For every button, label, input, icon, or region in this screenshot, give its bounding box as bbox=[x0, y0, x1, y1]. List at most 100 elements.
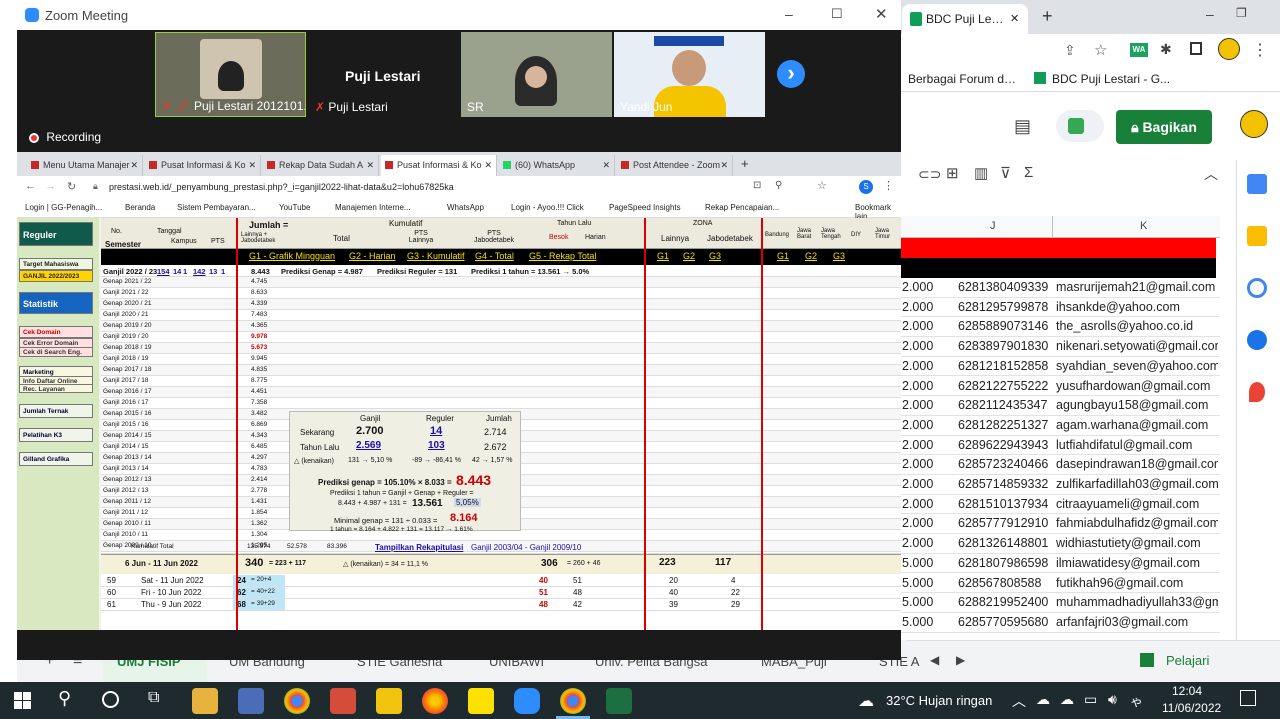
nav-item[interactable]: Rec. Layanan bbox=[19, 384, 93, 393]
cell-amount[interactable]: 2.000 bbox=[902, 280, 933, 294]
link-total[interactable]: G4 - Total bbox=[475, 251, 514, 261]
cell-amount[interactable]: 2.000 bbox=[902, 497, 933, 511]
cell-amount[interactable]: 2.000 bbox=[902, 536, 933, 550]
cell-phone[interactable]: 6285770595680 bbox=[958, 615, 1048, 629]
calendar-icon[interactable] bbox=[1247, 174, 1267, 194]
link-zona-g1[interactable]: G1 bbox=[657, 251, 669, 261]
chrome-icon[interactable] bbox=[284, 688, 310, 714]
clock-time[interactable]: 12:04 bbox=[1172, 684, 1202, 698]
cell-phone[interactable]: 6285777912910 bbox=[958, 516, 1048, 530]
search-icon[interactable]: ⚲ bbox=[58, 688, 71, 709]
next-page-button[interactable]: › bbox=[777, 60, 805, 88]
cell-phone[interactable]: 6281326148801 bbox=[958, 536, 1048, 550]
cell-email[interactable]: fahmiabdulhafidz@gmail.com bbox=[1056, 516, 1218, 530]
column-header-k[interactable]: K bbox=[1140, 220, 1147, 232]
bookmark-item[interactable]: Berbagai Forum da... bbox=[908, 72, 1018, 86]
cell-email[interactable]: agam.warhana@gmail.com bbox=[1056, 418, 1218, 432]
profile-avatar[interactable] bbox=[1218, 38, 1240, 60]
share-button[interactable]: 🔒︎ Bagikan bbox=[1116, 110, 1212, 144]
bookmark-star-icon[interactable]: ☆ bbox=[817, 179, 827, 192]
minimize-icon[interactable]: – bbox=[1206, 6, 1214, 22]
inner-url[interactable]: prestasi.web.id/_penyambung_prestasi.php… bbox=[109, 182, 669, 192]
close-tab-icon[interactable]: ✕ bbox=[248, 160, 256, 171]
nav-item[interactable]: Statistik bbox=[19, 292, 93, 314]
new-tab-button[interactable]: + bbox=[1042, 6, 1053, 27]
close-tab-icon[interactable]: ✕ bbox=[1010, 12, 1019, 25]
cell-amount[interactable]: 5.000 bbox=[902, 595, 933, 609]
rekap-link[interactable]: Tampilkan Rekapitulasi bbox=[375, 543, 463, 552]
cell-amount[interactable]: 2.000 bbox=[902, 398, 933, 412]
close-tab-icon[interactable]: ✕ bbox=[484, 160, 492, 171]
cell-amount[interactable]: 2.000 bbox=[902, 438, 933, 452]
collapse-chevron-icon[interactable]: ︿ bbox=[1204, 164, 1218, 184]
link-harian[interactable]: G2 - Harian bbox=[349, 251, 396, 261]
reload-icon[interactable]: ↻ bbox=[67, 180, 76, 193]
explore-button[interactable]: Pelajari bbox=[1166, 653, 1209, 668]
bookmark-item[interactable]: Login | GG-Penagih... bbox=[25, 203, 102, 212]
keep-icon[interactable] bbox=[1247, 226, 1267, 246]
forward-icon[interactable]: → bbox=[45, 180, 56, 192]
restore-icon[interactable]: ❐ bbox=[1236, 6, 1247, 20]
bookmark-item[interactable]: BDC Puji Lestari - G... bbox=[1052, 72, 1172, 86]
zoom-lens-icon[interactable]: ⚲ bbox=[775, 180, 782, 191]
cell-email[interactable]: ihsankde@yahoo.com bbox=[1056, 300, 1218, 314]
cell-phone[interactable]: 6285889073146 bbox=[958, 319, 1048, 333]
inner-tab[interactable]: Rekap Data Sudah A ✕ bbox=[263, 155, 379, 176]
profile-avatar[interactable]: S bbox=[859, 180, 873, 194]
close-tab-icon[interactable]: ✕ bbox=[366, 160, 374, 171]
comment-icon[interactable]: ▤ bbox=[1014, 116, 1031, 137]
cell-amount[interactable]: 2.000 bbox=[902, 359, 933, 373]
participant-tile[interactable]: Yandi Jun bbox=[614, 32, 765, 117]
participant-tile[interactable]: SR bbox=[461, 32, 612, 117]
close-tab-icon[interactable]: ✕ bbox=[602, 160, 610, 171]
task-view-icon[interactable]: ⧉ bbox=[148, 689, 159, 707]
cell-phone[interactable]: 6281510137934 bbox=[958, 497, 1048, 511]
bookmark-star-icon[interactable]: ☆ bbox=[1094, 41, 1107, 59]
cell-email[interactable]: the_asrolls@yahoo.co.id bbox=[1056, 319, 1218, 333]
cell-email[interactable]: muhammadhadiyullah33@gmail.com bbox=[1056, 595, 1218, 609]
clock-date[interactable]: 11/06/2022 bbox=[1162, 701, 1221, 715]
cell-email[interactable]: futikhah96@gmail.com bbox=[1056, 576, 1218, 590]
new-tab-button[interactable]: + bbox=[741, 156, 749, 171]
cell-amount[interactable]: 5.000 bbox=[902, 576, 933, 590]
scroll-left-icon[interactable]: ◀ bbox=[930, 653, 939, 667]
excel-icon[interactable] bbox=[606, 688, 632, 714]
nav-item[interactable]: Pelatihan K3 bbox=[19, 428, 93, 442]
nav-item[interactable]: Cek di Search Eng. bbox=[19, 347, 93, 357]
extensions-icon[interactable]: ✱ bbox=[1160, 41, 1172, 58]
bookmark-item[interactable]: Rekap Pencapaian... bbox=[705, 203, 779, 212]
link-icon[interactable]: ⊂⊃ bbox=[918, 166, 941, 183]
summary-sekarang-reguler[interactable]: 14 bbox=[430, 425, 442, 437]
ganjil-kampus[interactable]: 154 bbox=[157, 267, 170, 276]
volume-icon[interactable]: 🔊︎ bbox=[1108, 691, 1117, 708]
inner-tab[interactable]: Menu Utama Manajer ✕ bbox=[27, 155, 143, 176]
participant-tile[interactable]: ✗ 📌︎ Puji Lestari 2012101... bbox=[155, 32, 306, 117]
network-icon[interactable]: ▭ bbox=[1084, 691, 1097, 708]
windows-start-icon[interactable] bbox=[14, 692, 31, 709]
cell-amount[interactable]: 2.000 bbox=[902, 379, 933, 393]
cell-phone[interactable]: 6281380409339 bbox=[958, 280, 1048, 294]
cell-phone[interactable]: 6289622943943 bbox=[958, 438, 1048, 452]
link-rekap-total[interactable]: G5 - Rekap Total bbox=[529, 251, 596, 261]
nav-item[interactable]: Reguler bbox=[19, 222, 93, 246]
chrome-icon[interactable] bbox=[560, 688, 586, 714]
cell-amount[interactable]: 5.000 bbox=[902, 615, 933, 629]
cell-email[interactable]: syahdian_seven@yahoo.com bbox=[1056, 359, 1218, 373]
browser-menu-icon[interactable]: ⋮ bbox=[883, 179, 894, 192]
cloud-icon[interactable]: ☁ bbox=[1060, 691, 1074, 708]
cell-amount[interactable]: 2.000 bbox=[902, 477, 933, 491]
cell-email[interactable]: agungbayu158@gmail.com bbox=[1056, 398, 1218, 412]
file-explorer-icon[interactable] bbox=[192, 688, 218, 714]
tab-bdc-puji-lestari[interactable]: BDC Puji Lestari ✕ bbox=[902, 4, 1028, 34]
function-icon[interactable]: Σ bbox=[1024, 164, 1033, 181]
cell-phone[interactable]: 6281218152858 bbox=[958, 359, 1048, 373]
extension-wa-icon[interactable]: WA bbox=[1130, 43, 1148, 57]
sticky-notes-icon[interactable] bbox=[376, 688, 402, 714]
cell-email[interactable]: masrurijemah21@gmail.com bbox=[1056, 280, 1218, 294]
cell-amount[interactable]: 2.000 bbox=[902, 300, 933, 314]
close-tab-icon[interactable]: ✕ bbox=[130, 160, 138, 171]
maps-icon[interactable] bbox=[1249, 382, 1265, 402]
ganjil-pts[interactable]: 142 bbox=[193, 267, 206, 276]
inner-tab[interactable]: Post Attendee - Zoom ✕ bbox=[617, 155, 733, 176]
bookmark-item[interactable]: YouTube bbox=[279, 203, 310, 212]
